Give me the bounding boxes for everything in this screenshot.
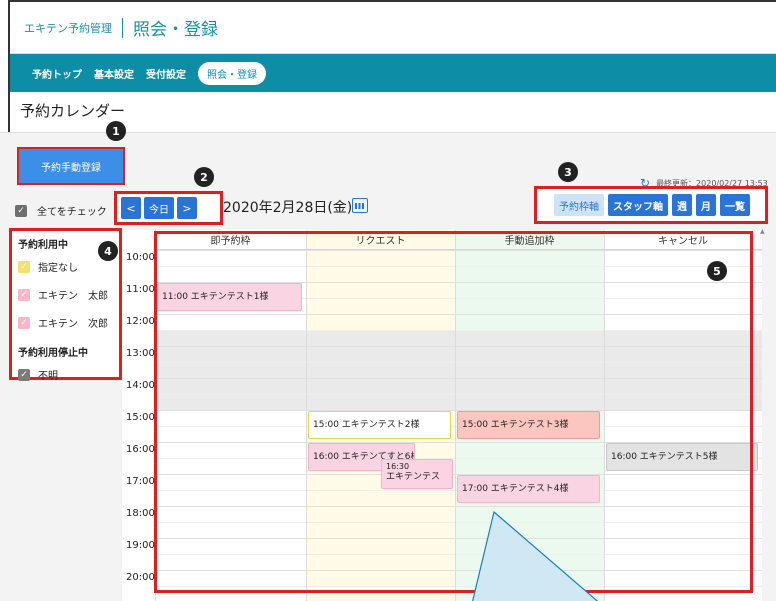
hour-label: 15:00 xyxy=(126,412,155,423)
column-divider xyxy=(604,230,605,601)
event-title: エキテンテス xyxy=(386,472,441,482)
view-week-button[interactable]: 週 xyxy=(672,194,692,216)
view-staff-axis-button[interactable]: スタッフ軸 xyxy=(608,194,668,216)
hour-label: 14:00 xyxy=(126,380,155,391)
current-date: 2020年2月28日(金) xyxy=(223,200,353,216)
filter-item-unknown[interactable]: ✓ 不明 xyxy=(18,367,113,382)
event-time: 16:30 xyxy=(386,462,410,471)
calendar-icon[interactable] xyxy=(352,198,368,213)
reservation-event[interactable]: 15:00 エキテンテスト3様 xyxy=(457,411,600,439)
calendar-column-header: キャンセル xyxy=(604,230,762,250)
filter-stopped-heading: 予約利用停止中 xyxy=(18,348,88,359)
hour-label: 13:00 xyxy=(126,348,155,359)
view-month-button[interactable]: 月 xyxy=(696,194,716,216)
nav-item-reservation-top[interactable]: 予約トップ xyxy=(32,66,82,81)
calendar-column-header: リクエスト xyxy=(306,230,455,250)
badge-4: 4 xyxy=(98,241,118,261)
column-divider xyxy=(455,230,456,601)
hour-label: 19:00 xyxy=(126,540,155,551)
half-hour-gridline xyxy=(155,394,762,395)
hour-label: 18:00 xyxy=(126,508,155,519)
filter-label: 不明 xyxy=(38,371,58,382)
filter-checkbox[interactable]: ✓ xyxy=(18,288,30,301)
half-hour-gridline xyxy=(155,266,762,267)
view-list-button[interactable]: 一覧 xyxy=(720,194,750,216)
hour-label: 11:00 xyxy=(126,284,155,295)
reservation-event[interactable]: 17:00 エキテンテスト4様 xyxy=(457,475,600,503)
page-title: 予約カレンダー xyxy=(20,102,126,120)
view-slot-axis-button[interactable]: 予約枠軸 xyxy=(554,194,604,216)
filter-label: エキテン 太郎 xyxy=(38,291,108,302)
hour-gridline xyxy=(155,314,762,315)
column-divider xyxy=(155,230,156,601)
calendar-column-header: 手動追加枠 xyxy=(455,230,604,250)
scroll-up-arrow[interactable]: ▲ xyxy=(760,228,765,235)
filter-item-jiro[interactable]: ✓ エキテン 次郎 xyxy=(18,315,113,330)
hour-gridline xyxy=(155,378,762,379)
reservation-event[interactable]: 11:00 エキテンテスト1様 xyxy=(157,283,302,311)
header-divider xyxy=(122,17,123,38)
hour-label: 20:00 xyxy=(126,572,155,583)
half-hour-gridline xyxy=(155,586,762,587)
nav-item-basic-settings[interactable]: 基本設定 xyxy=(94,66,134,81)
half-hour-gridline xyxy=(155,330,762,331)
hour-label: 16:00 xyxy=(126,444,155,455)
check-all-checkbox[interactable]: ✓ xyxy=(15,204,27,217)
hour-gridline xyxy=(155,346,762,347)
today-button[interactable]: 今日 xyxy=(144,197,174,219)
filter-item-unassigned[interactable]: ✓ 指定なし xyxy=(18,259,113,274)
badge-2: 2 xyxy=(194,167,214,187)
filter-item-taro[interactable]: ✓ エキテン 太郎 xyxy=(18,287,113,302)
hour-gridline xyxy=(155,538,762,539)
hour-label: 12:00 xyxy=(126,316,155,327)
badge-5: 5 xyxy=(707,261,727,281)
view-switcher: 予約枠軸 スタッフ軸 週 月 一覧 xyxy=(534,186,768,224)
check-all-label: 全てをチェック xyxy=(37,207,107,218)
manual-register-button[interactable]: 予約手動登録 xyxy=(17,147,125,185)
next-day-button[interactable]: > xyxy=(177,197,197,219)
app-title: 照会・登録 xyxy=(133,20,218,40)
hour-gridline xyxy=(155,506,762,507)
calendar-column-bg xyxy=(604,230,762,601)
nav-item-reception-settings[interactable]: 受付設定 xyxy=(146,66,186,81)
filter-checkbox[interactable]: ✓ xyxy=(18,316,30,329)
app-header: エキテン予約管理 照会・登録 xyxy=(10,2,776,54)
hour-gridline xyxy=(155,570,762,571)
reservation-event[interactable]: 16:00 エキテンテスト5様 xyxy=(606,443,758,471)
half-hour-gridline xyxy=(155,554,762,555)
hour-label: 17:00 xyxy=(126,476,155,487)
filter-label: 指定なし xyxy=(38,263,78,274)
badge-1: 1 xyxy=(106,121,126,141)
filter-label: エキテン 次郎 xyxy=(38,319,108,330)
app-brand[interactable]: エキテン予約管理 xyxy=(24,20,112,36)
date-navigation: < 今日 > xyxy=(114,191,223,225)
hour-label: 10:00 xyxy=(126,252,155,263)
main-nav: 予約トップ 基本設定 受付設定 照会・登録 xyxy=(10,54,776,92)
prev-day-button[interactable]: < xyxy=(121,197,141,219)
check-all-toggle[interactable]: ✓ 全てをチェック xyxy=(15,203,107,218)
closed-hours-band xyxy=(155,362,762,410)
nav-item-inquiry-registration[interactable]: 照会・登録 xyxy=(198,61,266,85)
column-divider xyxy=(306,230,307,601)
reservation-calendar-grid: 10:00 11:00 12:00 13:00 14:00 15:00 16:00 17:00… xyxy=(122,230,762,601)
calendar-column-header: 即予約枠 xyxy=(155,230,306,250)
half-hour-gridline xyxy=(155,522,762,523)
hour-gridline xyxy=(155,250,762,251)
filter-checkbox[interactable]: ✓ xyxy=(18,368,30,381)
half-hour-gridline xyxy=(155,362,762,363)
badge-3: 3 xyxy=(558,162,578,182)
filter-checkbox[interactable]: ✓ xyxy=(18,260,30,273)
reservation-event[interactable]: 16:30 エキテンテス xyxy=(381,459,453,489)
reservation-event[interactable]: 15:00 エキテンテスト2様 xyxy=(308,411,451,439)
